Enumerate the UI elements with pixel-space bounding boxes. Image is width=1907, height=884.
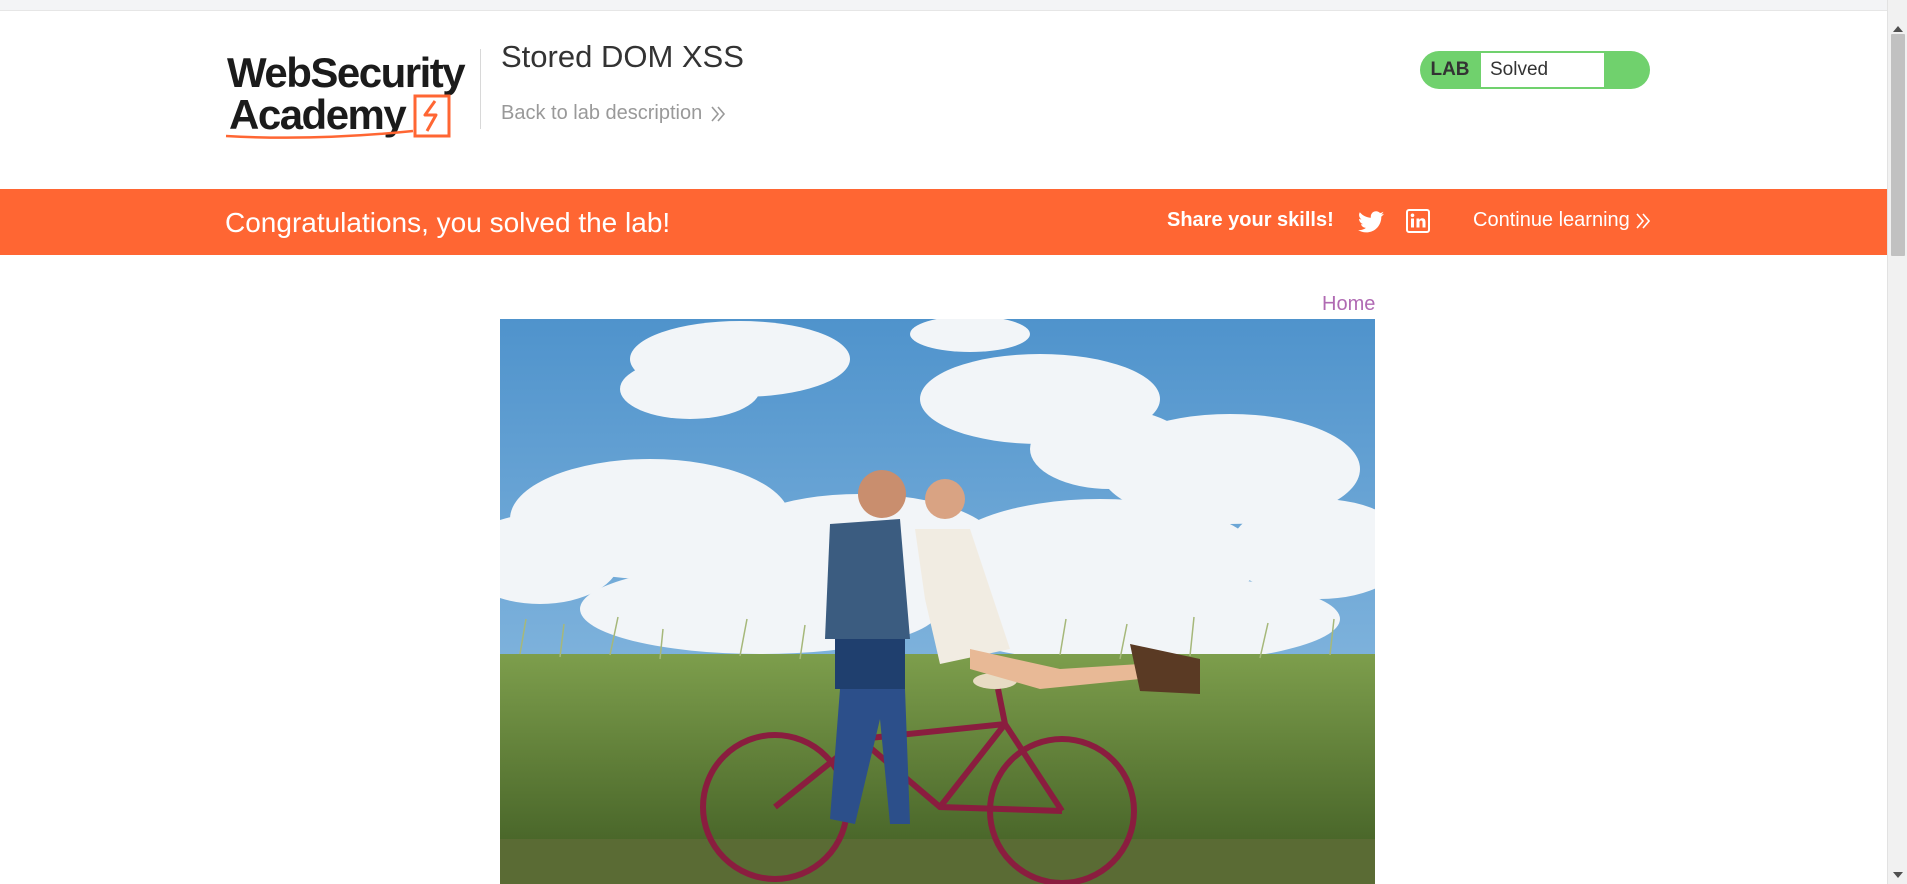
home-link[interactable]: Home (1322, 293, 1375, 316)
web-security-academy-logo[interactable]: WebSecurity Academy (225, 49, 477, 141)
scroll-down-arrow-icon[interactable] (1893, 872, 1903, 878)
lab-status-widget: LAB Solved (1420, 51, 1650, 89)
back-to-lab-description-link[interactable]: Back to lab description (501, 102, 726, 125)
scroll-up-arrow-icon[interactable] (1893, 26, 1903, 32)
lab-title: Stored DOM XSS (501, 39, 744, 74)
chevron-double-right-icon (711, 105, 726, 122)
blog-post-image (500, 319, 1375, 884)
linkedin-icon[interactable] (1406, 209, 1430, 233)
logo-line1: WebSecurity (227, 49, 466, 96)
solved-banner: Congratulations, you solved the lab! Sha… (0, 189, 1887, 255)
scroll-thumb[interactable] (1891, 34, 1905, 256)
back-link-label: Back to lab description (501, 102, 703, 124)
lab-status-value: Solved (1481, 53, 1604, 87)
lightning-icon (423, 100, 438, 132)
lab-status-tag: LAB (1430, 59, 1470, 80)
lab-header: WebSecurity Academy Stored DOM XSS Back … (0, 11, 1887, 189)
chevron-double-right-icon (1636, 212, 1650, 229)
vertical-scrollbar[interactable] (1887, 0, 1907, 884)
continue-learning-label: Continue learning (1473, 209, 1630, 231)
congratulations-message: Congratulations, you solved the lab! (225, 207, 671, 238)
continue-learning-link[interactable]: Continue learning (1473, 209, 1650, 232)
twitter-icon[interactable] (1358, 210, 1384, 234)
header-divider (480, 49, 481, 129)
share-label: Share your skills! (1167, 209, 1334, 231)
top-strip (0, 0, 1887, 11)
logo-line2: Academy (229, 91, 407, 138)
